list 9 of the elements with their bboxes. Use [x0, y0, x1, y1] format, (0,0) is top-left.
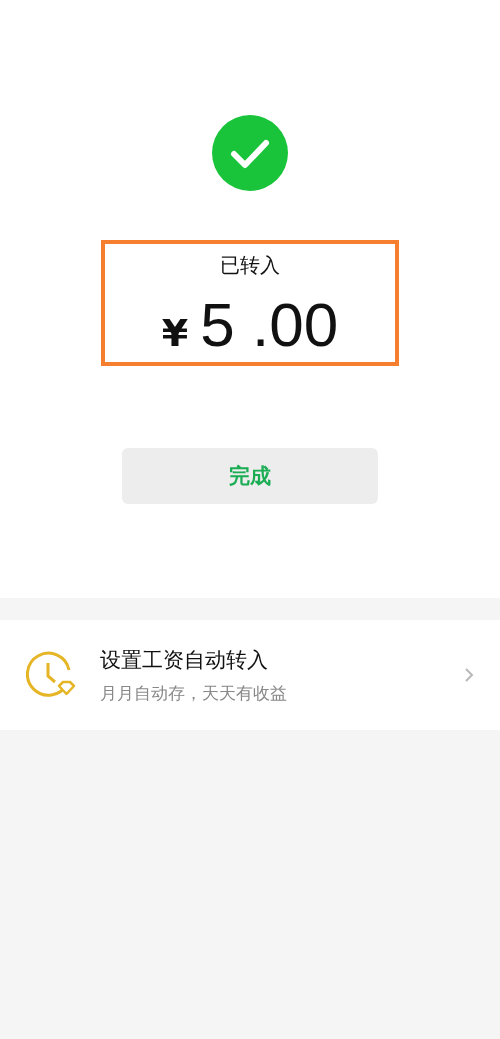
currency-symbol: ¥: [161, 311, 189, 355]
clock-diamond-icon: [26, 650, 76, 700]
status-text: 已转入: [220, 252, 280, 279]
amount-text: 5 .00: [200, 289, 339, 360]
success-check-icon: [212, 115, 288, 191]
salary-auto-transfer-item[interactable]: 设置工资自动转入 月月自动存，天天有收益: [0, 620, 500, 730]
chevron-right-icon: [464, 667, 474, 683]
promo-subtitle: 月月自动存，天天有收益: [100, 681, 288, 705]
promo-title: 设置工资自动转入: [100, 646, 269, 674]
